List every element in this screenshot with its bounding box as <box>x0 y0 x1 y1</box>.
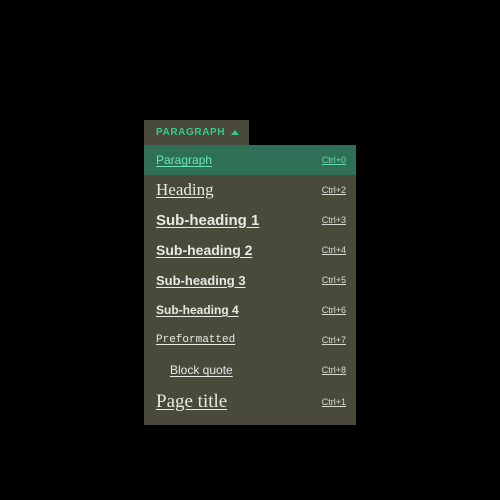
style-paragraph[interactable]: Paragraph Ctrl+0 <box>144 145 356 175</box>
caret-up-icon <box>231 130 239 135</box>
style-block-quote[interactable]: Block quote Ctrl+8 <box>144 355 356 385</box>
style-option-shortcut: Ctrl+4 <box>322 245 346 255</box>
style-option-shortcut: Ctrl+6 <box>322 305 346 315</box>
style-preformatted[interactable]: Preformatted Ctrl+7 <box>144 325 356 355</box>
paragraph-style-trigger[interactable]: Paragraph <box>144 120 249 145</box>
style-option-shortcut: Ctrl+3 <box>322 215 346 225</box>
style-option-label: Heading <box>156 180 214 200</box>
style-option-label: Preformatted <box>156 334 235 346</box>
style-option-shortcut: Ctrl+0 <box>322 155 346 165</box>
style-option-shortcut: Ctrl+2 <box>322 185 346 195</box>
style-option-label: Sub-heading 1 <box>156 212 259 229</box>
style-subheading-2[interactable]: Sub-heading 2 Ctrl+4 <box>144 235 356 265</box>
style-subheading-1[interactable]: Sub-heading 1 Ctrl+3 <box>144 205 356 235</box>
style-heading[interactable]: Heading Ctrl+2 <box>144 175 356 205</box>
paragraph-style-dropdown: Paragraph Paragraph Ctrl+0 Heading Ctrl+2 Su… <box>144 120 356 425</box>
style-option-label: Block quote <box>156 363 233 377</box>
style-option-shortcut: Ctrl+7 <box>322 335 346 345</box>
style-option-label: Sub-heading 4 <box>156 303 239 317</box>
style-option-label: Sub-heading 3 <box>156 273 246 288</box>
style-option-shortcut: Ctrl+8 <box>322 365 346 375</box>
paragraph-style-trigger-label: Paragraph <box>156 127 225 138</box>
style-option-label: Page title <box>156 391 227 413</box>
style-subheading-3[interactable]: Sub-heading 3 Ctrl+5 <box>144 265 356 295</box>
style-page-title[interactable]: Page title Ctrl+1 <box>144 385 356 419</box>
style-option-label: Paragraph <box>156 153 212 167</box>
style-subheading-4[interactable]: Sub-heading 4 Ctrl+6 <box>144 295 356 325</box>
paragraph-style-panel: Paragraph Ctrl+0 Heading Ctrl+2 Sub-heading … <box>144 145 356 425</box>
style-option-shortcut: Ctrl+1 <box>322 397 346 407</box>
style-option-shortcut: Ctrl+5 <box>322 275 346 285</box>
style-option-label: Sub-heading 2 <box>156 242 252 258</box>
